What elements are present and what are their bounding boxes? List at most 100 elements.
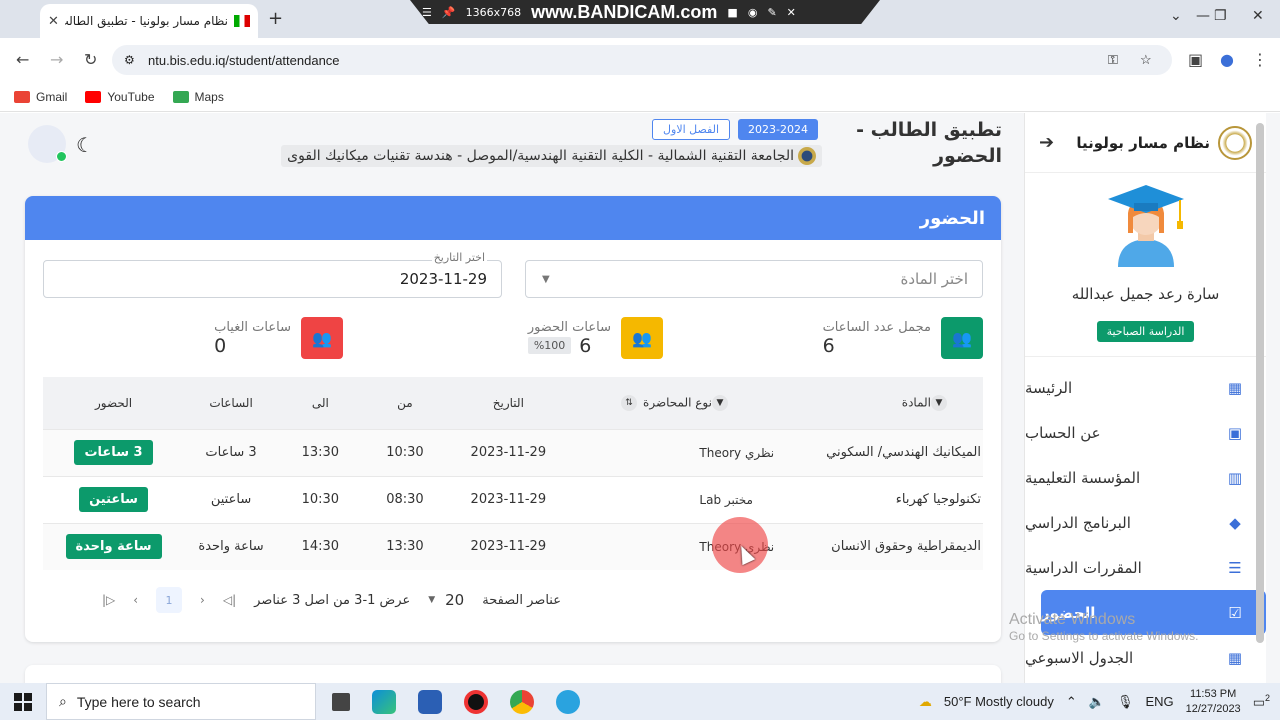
taskbar-search[interactable]: ⌕ Type here to search <box>46 683 316 720</box>
sidebar-item-home[interactable]: ▦ الرئيسة <box>1025 365 1266 410</box>
windows-taskbar: ⌕ Type here to search ☁ 50°F Mostly clou… <box>0 683 1280 720</box>
camera-icon[interactable]: ◉ <box>748 6 758 19</box>
clock-time: 11:53 PM <box>1190 687 1237 700</box>
browser-tab[interactable]: نظام مسار بولونيا - تطبيق الطالب ✕ <box>40 4 258 38</box>
bookmark-gmail[interactable]: Gmail <box>14 90 67 104</box>
new-tab-icon[interactable]: + <box>268 8 283 29</box>
start-button[interactable] <box>0 692 46 711</box>
current-page-button[interactable]: 1 <box>156 587 183 613</box>
bookmark-star-icon[interactable]: ☆ <box>1140 52 1152 68</box>
attendance-badge[interactable]: ساعة واحدة <box>65 534 162 560</box>
col-date: التاريخ <box>492 395 524 410</box>
weather-text[interactable]: 50°F Mostly cloudy <box>944 694 1054 709</box>
user-avatar[interactable] <box>28 125 67 163</box>
tray-chevron-up-icon[interactable]: ⌃ <box>1066 694 1077 710</box>
notifications-icon[interactable]: ▭2 <box>1253 693 1270 710</box>
attendance-badge[interactable]: 3 ساعات <box>74 440 153 465</box>
chrome-icon[interactable] <box>510 689 534 714</box>
task-view-icon[interactable] <box>332 692 350 711</box>
reload-icon[interactable]: ↻ <box>84 50 97 69</box>
cell-to: 14:30 <box>278 522 363 570</box>
sidebar-app-name: نظام مسار بولونيا <box>1076 133 1210 152</box>
chevron-down-icon[interactable]: ⌄ <box>1170 8 1182 24</box>
profile-icon[interactable]: ● <box>1220 50 1234 69</box>
sidebar-scrollbar[interactable] <box>1256 123 1264 643</box>
cell-hours: ساعة واحدة <box>184 522 279 570</box>
first-page-icon[interactable]: |◁ <box>223 593 236 607</box>
profile-section: سارة رعد جميل عبدالله الدراسة الصباحية <box>1025 183 1266 342</box>
graduation-cap-icon: ◆ <box>1229 513 1241 532</box>
study-type-badge: الدراسة الصباحية <box>1096 321 1195 342</box>
filter-icon[interactable]: ▼ <box>931 394 947 411</box>
users-icon: 👥 <box>941 317 983 359</box>
cell-hours: 3 ساعات <box>184 428 279 476</box>
col-lecture-type[interactable]: ▼نوع المحاضرة⇅ <box>569 377 785 429</box>
sidepanel-icon[interactable]: ▣ <box>1188 50 1203 69</box>
date-input-label: اختر التاريخ <box>431 251 487 264</box>
volume-icon[interactable]: 🔈 <box>1089 694 1105 710</box>
sort-icon[interactable]: ⇅ <box>621 394 638 411</box>
edge-icon[interactable] <box>372 689 396 714</box>
url-input[interactable]: ⚙ ntu.bis.edu.iq/student/attendance ⚿ ☆ <box>112 45 1172 75</box>
tab-close-icon[interactable]: ✕ <box>48 14 59 29</box>
cell-hours: ساعتين <box>184 475 279 523</box>
search-icon: ⌕ <box>59 693 67 709</box>
watermark-line2: Go to Settings to activate Windows. <box>1009 629 1199 643</box>
bookmark-maps[interactable]: Maps <box>172 90 224 104</box>
menu-icon[interactable]: ☰ <box>422 6 432 19</box>
col-subject[interactable]: ▼المادة <box>786 377 983 429</box>
dark-mode-moon-icon[interactable]: ☾ <box>76 133 94 157</box>
last-page-icon[interactable]: ▷| <box>102 593 115 607</box>
tab-favicon-icon <box>234 15 250 27</box>
stat-present-value-wrap: 6 %100 <box>527 334 592 357</box>
header-badges: 2023-2024 الفصل الاول <box>652 119 818 140</box>
next-page-icon[interactable]: › <box>133 593 138 607</box>
browser-menu-icon[interactable]: ⋮ <box>1252 50 1268 69</box>
word-icon[interactable] <box>418 689 442 714</box>
browser-tab-bar: نظام مسار بولونيا - تطبيق الطالب ✕ + ☰ 📌… <box>0 0 1280 38</box>
pin-icon[interactable]: 📌 <box>442 6 456 19</box>
filter-icon[interactable]: ▼ <box>711 394 728 411</box>
app-area: نظام مسار بولونيا ➔ سارة رعد جميل عبدالل… <box>0 113 1280 683</box>
back-icon[interactable]: ← <box>16 50 29 69</box>
subject-select[interactable]: اختر المادة ▼ <box>525 260 983 298</box>
sidebar-item-account[interactable]: ▣ عن الحساب <box>1025 410 1266 455</box>
maximize-icon[interactable]: ❐ <box>1214 8 1227 24</box>
sidebar: نظام مسار بولونيا ➔ سارة رعد جميل عبدالل… <box>1024 113 1266 683</box>
site-settings-icon[interactable]: ⚙ <box>124 53 135 67</box>
window-close-icon[interactable]: ✕ <box>1252 8 1264 24</box>
watermark-line1: Activate Windows <box>1009 611 1136 628</box>
telegram-icon[interactable] <box>556 689 580 714</box>
sidebar-item-courses[interactable]: ☰ المقررات الدراسية <box>1025 545 1266 590</box>
secondary-card <box>25 665 1001 683</box>
language-indicator[interactable]: ENG <box>1145 694 1173 709</box>
close-icon[interactable]: ✕ <box>787 6 796 19</box>
record-icon[interactable] <box>464 689 488 714</box>
microphone-icon[interactable]: 🎙 <box>1117 694 1134 710</box>
student-avatar-icon <box>1107 185 1184 267</box>
page-size-select[interactable]: 20 ▼ <box>428 591 464 609</box>
bookmark-youtube[interactable]: YouTube <box>85 90 155 104</box>
university-mini-logo-icon <box>798 147 816 165</box>
dashboard-icon: ▦ <box>1227 378 1243 397</box>
stop-icon[interactable]: ■ <box>727 6 737 19</box>
minimize-icon[interactable]: — <box>1196 8 1210 24</box>
activate-windows-watermark: Activate Windows Go to Settings to activ… <box>1009 611 1198 643</box>
clock-date: 12/27/2023 <box>1185 702 1241 715</box>
sidebar-item-institution[interactable]: ▥ المؤسسة التعليمية <box>1025 455 1266 500</box>
key-icon[interactable]: ⚿ <box>1108 52 1118 68</box>
weather-icon[interactable]: ☁ <box>919 694 932 710</box>
attendance-card: الحضور اختر المادة ▼ اختر التاريخ 2023-1… <box>25 196 1001 642</box>
clock[interactable]: 11:53 PM 12/27/2023 <box>1186 687 1241 717</box>
prev-page-icon[interactable]: ‹ <box>200 593 205 607</box>
forward-icon[interactable]: → <box>50 50 63 69</box>
date-input[interactable]: اختر التاريخ 2023-11-29 <box>43 251 502 298</box>
pencil-icon[interactable]: ✎ <box>767 6 776 19</box>
stat-present-value: 6 <box>579 334 592 357</box>
cell-from: 13:30 <box>362 522 448 570</box>
attendance-badge[interactable]: ساعتين <box>79 487 148 512</box>
maps-icon <box>172 90 189 103</box>
collapse-arrow-icon[interactable]: ➔ <box>1039 132 1054 153</box>
sidebar-item-program[interactable]: ◆ البرنامج الدراسي <box>1025 500 1266 545</box>
cell-to: 10:30 <box>278 475 363 523</box>
